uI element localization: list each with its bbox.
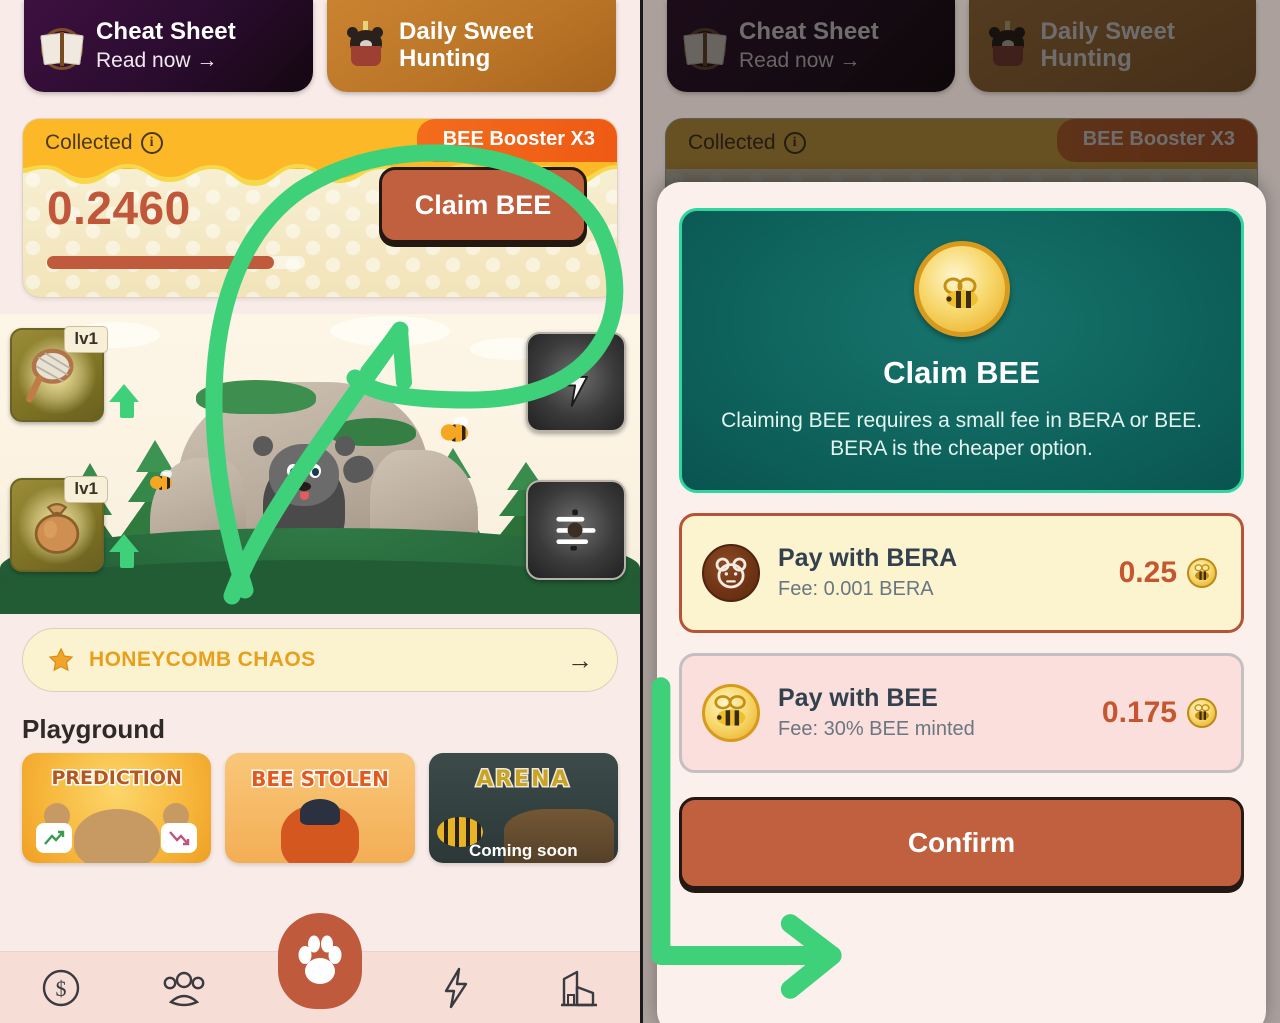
buildings-tab[interactable] bbox=[551, 965, 607, 1011]
cupcake-bear-icon bbox=[341, 21, 389, 70]
bee-option-amount: 0.175 bbox=[1101, 695, 1177, 729]
collected-progress-fill bbox=[47, 256, 275, 269]
playground-card-prediction[interactable]: PREDICTION bbox=[22, 753, 212, 863]
bee-coin-icon bbox=[1187, 557, 1217, 588]
prediction-up-bubble bbox=[36, 823, 72, 853]
modal-hero-card: Claim BEE Claiming BEE requires a small … bbox=[679, 208, 1244, 493]
claim-bee-button[interactable]: Claim BEE bbox=[379, 167, 587, 243]
arrow-right-icon: → bbox=[567, 644, 593, 675]
confirm-button[interactable]: Confirm bbox=[679, 796, 1244, 889]
collected-label: Collected bbox=[45, 131, 133, 154]
claim-bee-modal: Claim BEE Claiming BEE requires a small … bbox=[657, 182, 1266, 1023]
playground-heading: Playground bbox=[22, 714, 166, 744]
bee-coin-icon bbox=[702, 683, 760, 742]
stolen-thief-hat bbox=[299, 799, 340, 825]
boost-tab[interactable] bbox=[428, 965, 484, 1011]
bera-coin-icon bbox=[702, 543, 760, 602]
playground-card-arena[interactable]: ARENA Coming soon bbox=[428, 753, 618, 863]
bee-coin-icon bbox=[913, 241, 1010, 337]
bee-stolen-label: BEE STOLEN bbox=[250, 766, 391, 793]
prediction-label: PREDICTION bbox=[50, 766, 183, 791]
star-icon bbox=[48, 647, 74, 672]
daily-sweet-hunting-banner[interactable]: Daily Sweet Hunting bbox=[327, 0, 616, 92]
game-scene: lv1 lv1 bbox=[0, 314, 640, 614]
lightning-icon bbox=[564, 357, 588, 407]
bottom-navigation: $ bbox=[0, 913, 640, 1023]
cheat-sheet-subtitle: Read now → bbox=[96, 49, 218, 73]
sliders-icon bbox=[556, 509, 596, 551]
honeycomb-chaos-banner[interactable]: HONEYCOMB CHAOS → bbox=[22, 628, 618, 692]
cheat-sheet-banner[interactable]: Cheat Sheet Read now → bbox=[24, 0, 313, 92]
prediction-bear bbox=[73, 809, 160, 863]
lightning-icon bbox=[445, 967, 468, 1008]
bee-booster-badge: BEE Booster X3 bbox=[416, 119, 617, 162]
dollar-circle-icon: $ bbox=[42, 969, 80, 1006]
net-level-tag: lv1 bbox=[64, 326, 108, 353]
bera-option-fee: Fee: 0.001 BERA bbox=[778, 578, 934, 601]
top-banner-row: Cheat Sheet Read now → Daily Sweet Hunti… bbox=[0, 0, 640, 92]
bera-option-amount: 0.25 bbox=[1118, 555, 1177, 589]
earn-tab[interactable]: $ bbox=[33, 965, 89, 1011]
collected-label-group: Collected i bbox=[45, 131, 163, 155]
book-icon bbox=[38, 22, 86, 70]
playground-card-row: PREDICTION BEE STOLEN ARENA Coming soon bbox=[0, 753, 640, 863]
sidebar-item-net-upgrade[interactable]: lv1 bbox=[10, 326, 139, 422]
collected-card-wrap: Collected i BEE Booster X3 0.2460 Claim … bbox=[0, 92, 640, 298]
playground-card-bee-stolen[interactable]: BEE STOLEN bbox=[225, 753, 415, 863]
prediction-down-bubble bbox=[161, 823, 198, 853]
svg-text:$: $ bbox=[56, 976, 67, 1001]
people-icon bbox=[163, 971, 204, 1006]
sidebar-item-moneybag-upgrade[interactable]: lv1 bbox=[10, 476, 139, 572]
bera-option-amount-group: 0.25 bbox=[1119, 556, 1217, 590]
bera-option-name: Pay with BERA bbox=[778, 544, 958, 573]
arena-label: ARENA bbox=[475, 766, 571, 794]
energy-badge[interactable] bbox=[526, 332, 626, 432]
collected-card: Collected i BEE Booster X3 0.2460 Claim … bbox=[22, 118, 618, 298]
bee-option-amount-group: 0.175 bbox=[1102, 696, 1217, 730]
bee-option-fee: Fee: 30% BEE minted bbox=[778, 718, 975, 741]
cheat-sheet-title: Cheat Sheet bbox=[96, 18, 236, 46]
collected-amount: 0.2460 bbox=[47, 182, 191, 234]
pay-with-bera-option[interactable]: Pay with BERA Fee: 0.001 BERA 0.25 bbox=[679, 512, 1244, 633]
bee-coin-icon bbox=[1187, 697, 1217, 728]
friends-tab[interactable] bbox=[156, 965, 212, 1011]
bee-option-name: Pay with BEE bbox=[778, 684, 938, 713]
bee-1 bbox=[150, 468, 176, 492]
daily-sweet-title-2: Hunting bbox=[399, 45, 491, 72]
daily-sweet-title: Daily Sweet bbox=[399, 18, 534, 46]
left-phone-panel: Cheat Sheet Read now → Daily Sweet Hunti… bbox=[0, 0, 640, 1023]
home-tab[interactable] bbox=[278, 913, 362, 1009]
bee-2 bbox=[440, 414, 474, 445]
left-panel-content: Cheat Sheet Read now → Daily Sweet Hunti… bbox=[0, 0, 640, 1023]
screenshot-stage: Cheat Sheet Read now → Daily Sweet Hunti… bbox=[0, 0, 1280, 1023]
cloud-2 bbox=[330, 316, 450, 346]
paw-icon bbox=[298, 935, 342, 984]
modal-title: Claim BEE bbox=[883, 355, 1040, 390]
settings-badge[interactable] bbox=[526, 480, 626, 580]
info-icon[interactable]: i bbox=[140, 132, 163, 154]
modal-description: Claiming BEE requires a small fee in BER… bbox=[721, 409, 1202, 461]
collected-progress-track bbox=[47, 256, 305, 269]
moneybag-level-tag: lv1 bbox=[64, 476, 108, 503]
honeycomb-chaos-label: HONEYCOMB CHAOS bbox=[89, 648, 316, 671]
right-phone-panel: Cheat Sheet Read now → Daily Sweet Hunti… bbox=[640, 0, 1280, 1023]
pay-with-bee-option[interactable]: Pay with BEE Fee: 30% BEE minted 0.175 bbox=[679, 652, 1244, 773]
house-icon bbox=[560, 970, 597, 1006]
arena-status: Coming soon bbox=[469, 841, 578, 860]
